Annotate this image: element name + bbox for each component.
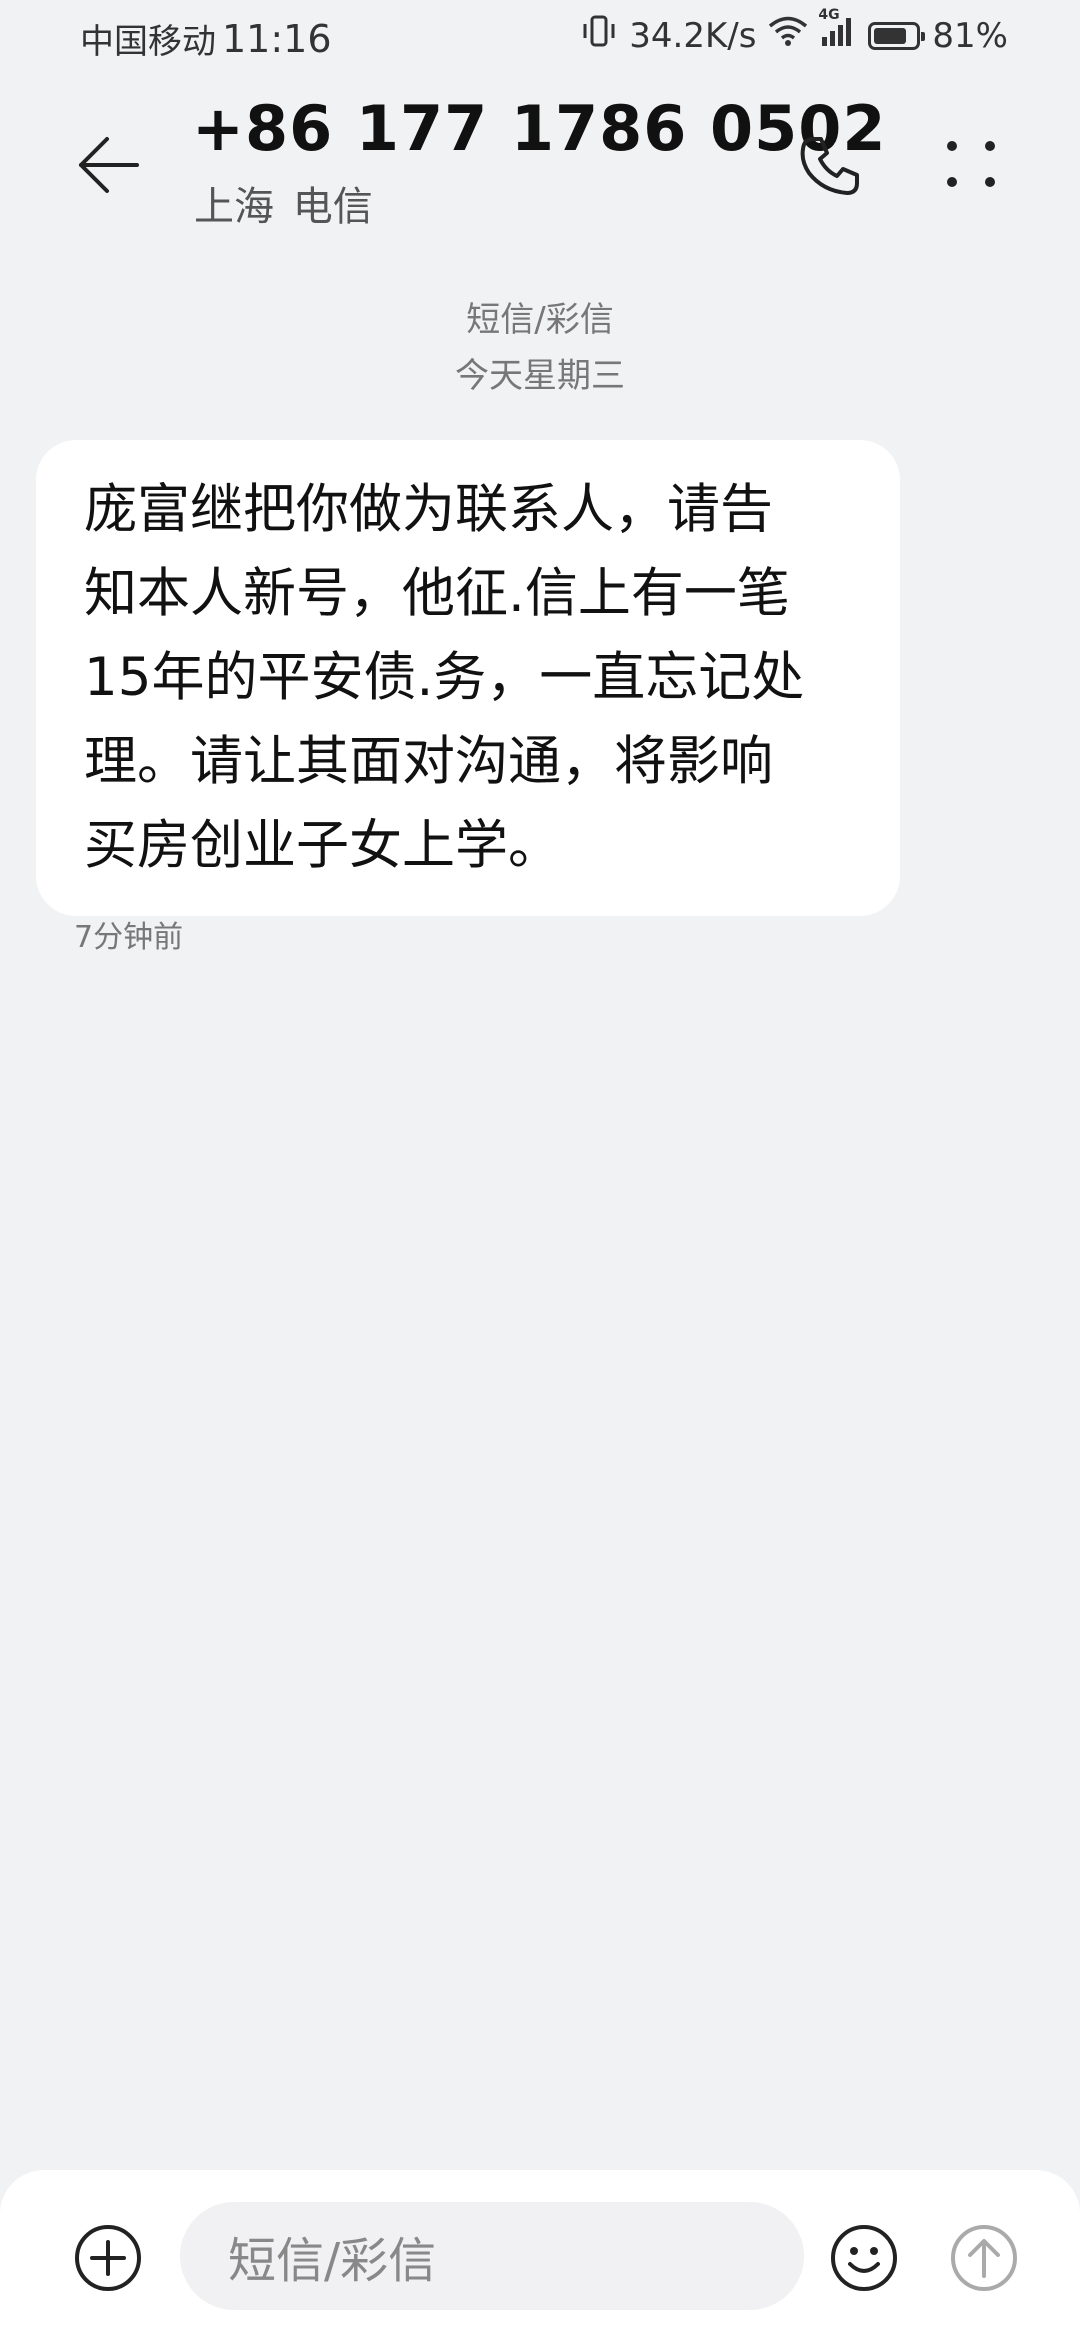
status-right: 34.2K/s 4G 81% xyxy=(581,7,1008,57)
emoji-icon xyxy=(831,2225,897,2291)
sms-conversation-screen: 中国移动 11:16 34.2K/s 4G 81% +86 177 1786 0… xyxy=(0,0,1080,2340)
message-input-placeholder: 短信/彩信 xyxy=(228,2233,437,2289)
wifi-icon xyxy=(768,15,808,56)
carrier-name: 中国移动 xyxy=(80,22,216,62)
more-options-button[interactable] xyxy=(924,118,1020,214)
status-bar: 中国移动 11:16 34.2K/s 4G 81% xyxy=(0,0,1080,78)
network-type-label: 4G xyxy=(818,7,840,23)
network-speed: 34.2K/s xyxy=(629,15,757,56)
add-circle-icon xyxy=(75,2225,141,2291)
message-text-line: 庞富继把你做为联系人，请告 xyxy=(84,479,773,540)
status-left: 中国移动 11:16 xyxy=(80,14,332,63)
message-text-line: 15年的平安债.务，一直忘记处 xyxy=(84,647,805,708)
send-button[interactable] xyxy=(946,2220,1022,2296)
message-type-label: 短信/彩信 xyxy=(466,300,614,340)
signal-icon: 4G xyxy=(818,7,856,56)
message-text-line: 买房创业子女上学。 xyxy=(84,815,561,876)
back-button[interactable] xyxy=(64,120,154,210)
contact-location: 上海 电信 xyxy=(194,184,373,230)
date-separator: 今天星期三 xyxy=(455,356,625,396)
more-vertical-icon xyxy=(947,141,995,187)
message-timestamp: 7分钟前 xyxy=(74,920,184,955)
emoji-button[interactable] xyxy=(826,2220,902,2296)
message-text-line: 理。请让其面对沟通，将影响 xyxy=(84,731,773,792)
battery-fill xyxy=(874,27,907,44)
vibrate-icon xyxy=(581,14,617,57)
message-input[interactable]: 短信/彩信 xyxy=(180,2202,804,2310)
message-text-line: 知本人新号，他征.信上有一笔 xyxy=(84,563,790,624)
battery-icon xyxy=(868,21,926,50)
incoming-message-bubble[interactable]: 庞富继把你做为联系人，请告 知本人新号，他征.信上有一笔 15年的平安债.务，一… xyxy=(36,440,900,916)
conversation-header: +86 177 1786 0502 上海 电信 xyxy=(0,78,1080,248)
phone-icon xyxy=(800,137,859,195)
status-time: 11:16 xyxy=(222,16,332,61)
back-arrow-icon xyxy=(79,137,139,193)
call-button[interactable] xyxy=(782,118,878,214)
send-arrow-icon xyxy=(951,2225,1017,2291)
compose-bar: 短信/彩信 xyxy=(0,2170,1080,2340)
add-attachment-button[interactable] xyxy=(70,2220,146,2296)
battery-percent: 81% xyxy=(932,15,1008,56)
